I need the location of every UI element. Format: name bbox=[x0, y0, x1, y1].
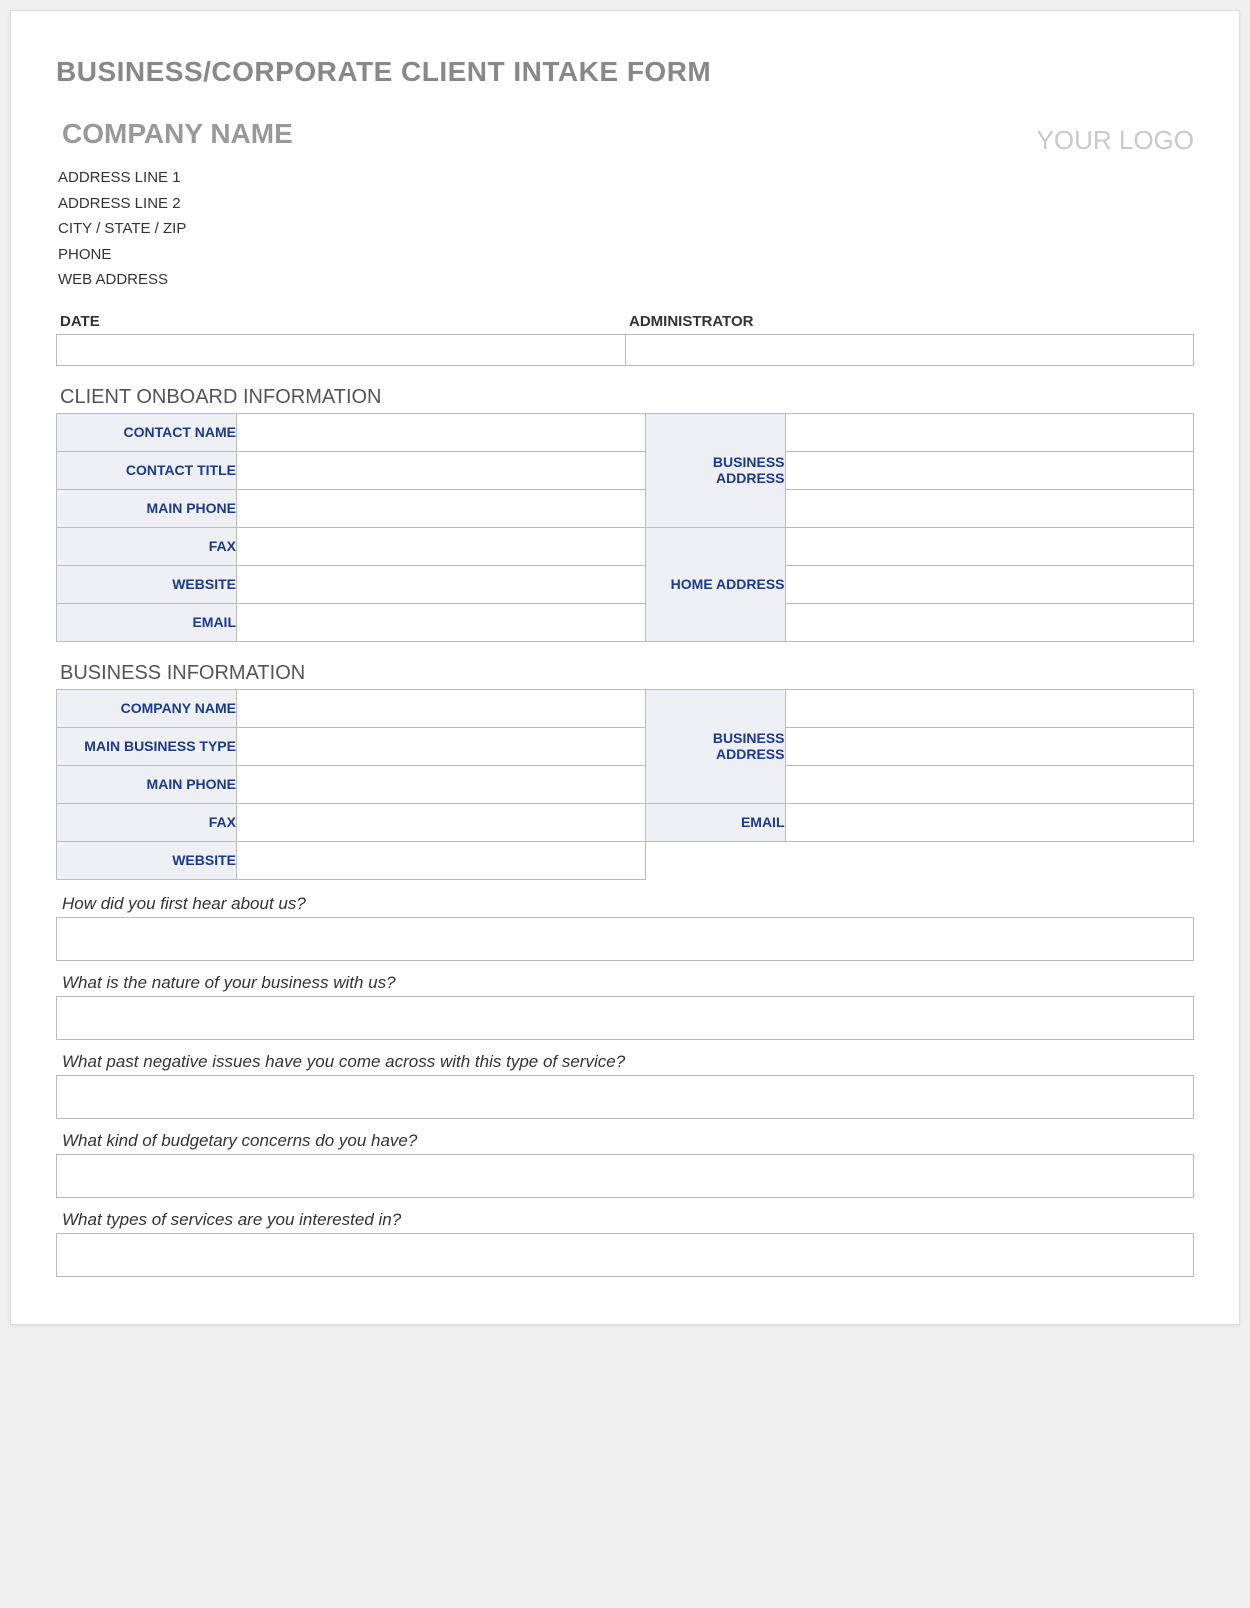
date-input[interactable] bbox=[56, 334, 625, 366]
client-onboard-table: CONTACT NAME BUSINESS ADDRESS CONTACT TI… bbox=[56, 413, 1194, 642]
administrator-label: ADMINISTRATOR bbox=[625, 313, 1194, 334]
biz-business-address-label: BUSINESS ADDRESS bbox=[645, 689, 785, 803]
biz-type-input[interactable] bbox=[237, 727, 646, 765]
company-address1: ADDRESS LINE 1 bbox=[58, 165, 293, 191]
business-address-input-3[interactable] bbox=[785, 489, 1194, 527]
question-4-input[interactable] bbox=[56, 1154, 1194, 1198]
logo-placeholder: YOUR LOGO bbox=[1037, 126, 1194, 155]
question-3: What past negative issues have you come … bbox=[56, 1052, 1194, 1075]
company-block: COMPANY NAME ADDRESS LINE 1 ADDRESS LINE… bbox=[56, 118, 293, 293]
biz-website-label: WEBSITE bbox=[57, 841, 237, 879]
biz-business-address-input-2[interactable] bbox=[785, 727, 1194, 765]
biz-main-phone-label: MAIN PHONE bbox=[57, 765, 237, 803]
fax-input[interactable] bbox=[237, 527, 646, 565]
biz-fax-input[interactable] bbox=[237, 803, 646, 841]
company-web: WEB ADDRESS bbox=[58, 267, 293, 293]
biz-type-label: MAIN BUSINESS TYPE bbox=[57, 727, 237, 765]
question-1-input[interactable] bbox=[56, 917, 1194, 961]
company-phone: PHONE bbox=[58, 242, 293, 268]
home-address-input-1[interactable] bbox=[785, 527, 1194, 565]
administrator-input[interactable] bbox=[625, 334, 1194, 366]
question-1: How did you first hear about us? bbox=[56, 894, 1194, 917]
email-label: EMAIL bbox=[57, 603, 237, 641]
question-5-input[interactable] bbox=[56, 1233, 1194, 1277]
fax-label: FAX bbox=[57, 527, 237, 565]
question-2: What is the nature of your business with… bbox=[56, 973, 1194, 996]
contact-name-input[interactable] bbox=[237, 413, 646, 451]
question-3-input[interactable] bbox=[56, 1075, 1194, 1119]
question-5: What types of services are you intereste… bbox=[56, 1210, 1194, 1233]
company-address2: ADDRESS LINE 2 bbox=[58, 191, 293, 217]
biz-business-address-input-1[interactable] bbox=[785, 689, 1194, 727]
biz-email-label: EMAIL bbox=[645, 803, 785, 841]
contact-title-input[interactable] bbox=[237, 451, 646, 489]
business-address-input-1[interactable] bbox=[785, 413, 1194, 451]
main-phone-label: MAIN PHONE bbox=[57, 489, 237, 527]
biz-email-input[interactable] bbox=[785, 803, 1194, 841]
contact-title-label: CONTACT TITLE bbox=[57, 451, 237, 489]
question-2-input[interactable] bbox=[56, 996, 1194, 1040]
home-address-label: HOME ADDRESS bbox=[645, 527, 785, 641]
biz-website-input[interactable] bbox=[237, 841, 646, 879]
main-phone-input[interactable] bbox=[237, 489, 646, 527]
company-name: COMPANY NAME bbox=[62, 118, 293, 150]
business-address-input-2[interactable] bbox=[785, 451, 1194, 489]
question-4: What kind of budgetary concerns do you h… bbox=[56, 1131, 1194, 1154]
website-input[interactable] bbox=[237, 565, 646, 603]
header-row: COMPANY NAME ADDRESS LINE 1 ADDRESS LINE… bbox=[56, 118, 1194, 293]
business-info-title: BUSINESS INFORMATION bbox=[60, 662, 1194, 685]
home-address-input-3[interactable] bbox=[785, 603, 1194, 641]
contact-name-label: CONTACT NAME bbox=[57, 413, 237, 451]
home-address-input-2[interactable] bbox=[785, 565, 1194, 603]
business-info-table: COMPANY NAME BUSINESS ADDRESS MAIN BUSIN… bbox=[56, 689, 1194, 880]
company-address-lines: ADDRESS LINE 1 ADDRESS LINE 2 CITY / STA… bbox=[56, 165, 293, 293]
email-input[interactable] bbox=[237, 603, 646, 641]
biz-company-name-label: COMPANY NAME bbox=[57, 689, 237, 727]
biz-business-address-input-3[interactable] bbox=[785, 765, 1194, 803]
biz-main-phone-input[interactable] bbox=[237, 765, 646, 803]
date-label: DATE bbox=[56, 313, 625, 334]
biz-company-name-input[interactable] bbox=[237, 689, 646, 727]
page: BUSINESS/CORPORATE CLIENT INTAKE FORM CO… bbox=[10, 10, 1240, 1325]
business-address-label: BUSINESS ADDRESS bbox=[645, 413, 785, 527]
date-admin-row: DATE ADMINISTRATOR bbox=[56, 313, 1194, 366]
client-onboard-title: CLIENT ONBOARD INFORMATION bbox=[60, 386, 1194, 409]
biz-fax-label: FAX bbox=[57, 803, 237, 841]
website-label: WEBSITE bbox=[57, 565, 237, 603]
form-title: BUSINESS/CORPORATE CLIENT INTAKE FORM bbox=[56, 56, 1194, 88]
company-city-state-zip: CITY / STATE / ZIP bbox=[58, 216, 293, 242]
